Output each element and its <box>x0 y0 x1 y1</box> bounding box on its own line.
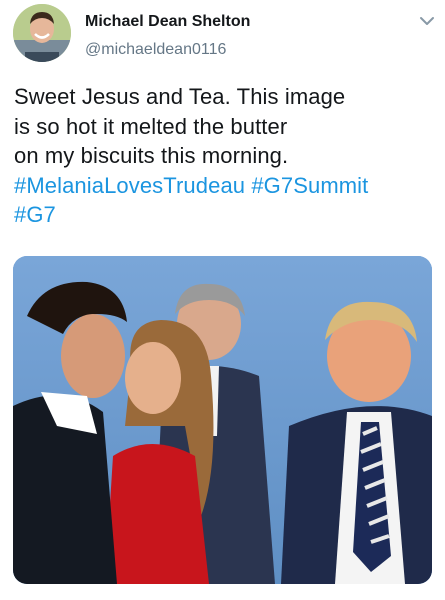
hashtag-link[interactable]: #G7Summit <box>251 173 368 198</box>
hashtag-line: #G7 <box>14 200 426 230</box>
hashtag-line: #MelaniaLovesTrudeau #G7Summit <box>14 171 426 201</box>
author-handle[interactable]: @michaeldean0116 <box>85 41 226 59</box>
avatar-photo <box>13 4 71 62</box>
author-display-name[interactable]: Michael Dean Shelton <box>85 13 250 31</box>
hashtag-link[interactable]: #MelaniaLovesTrudeau <box>14 173 245 198</box>
author-avatar[interactable] <box>13 4 71 62</box>
photo-illustration <box>13 256 432 584</box>
hashtag-link[interactable]: #G7 <box>14 202 56 227</box>
tweet-text-line: on my biscuits this morning. <box>14 143 289 168</box>
tweet-photo[interactable] <box>13 256 432 584</box>
tweet-header: Michael Dean Shelton @michaeldean0116 <box>0 0 445 72</box>
tweet-text: Sweet Jesus and Tea. This image is so ho… <box>14 82 426 230</box>
chevron-down-icon[interactable] <box>419 14 435 26</box>
tweet-text-line: is so hot it melted the butter <box>14 113 288 139</box>
tweet-text-line: Sweet Jesus and Tea. This image <box>14 84 346 109</box>
